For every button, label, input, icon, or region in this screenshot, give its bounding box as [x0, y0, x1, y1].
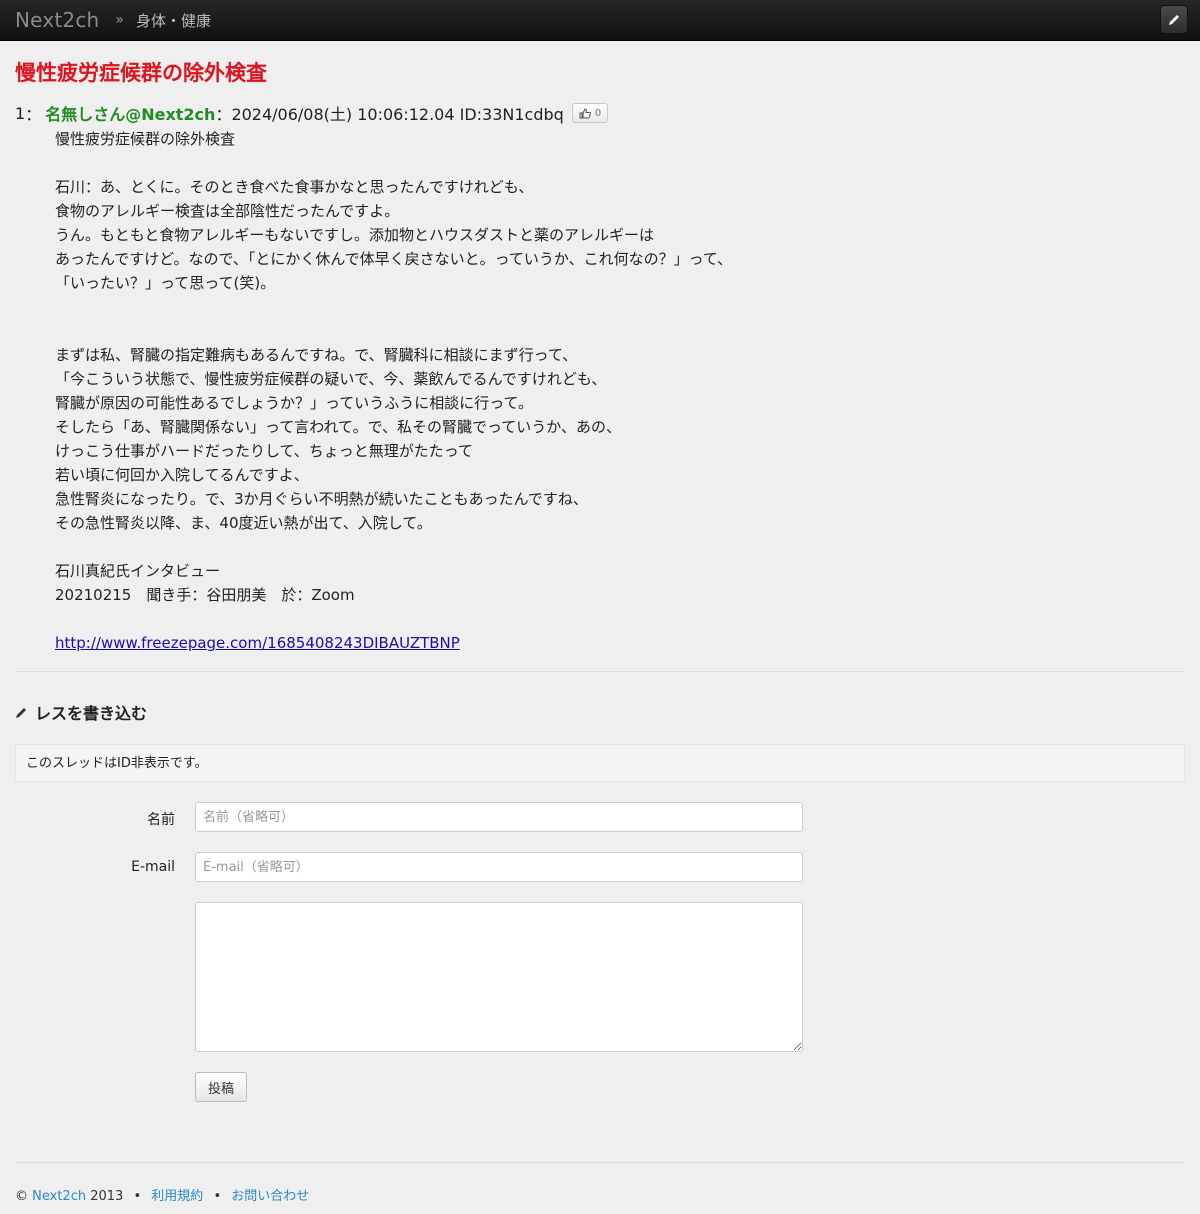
- post-line: そしたら「あ、腎臓関係ない」って言われて。で、私その腎臓でっていうか、あの、: [55, 418, 621, 436]
- post-line: 腎臓が原因の可能性あるでしょうか？」っていうふうに相談に行って。: [55, 394, 534, 412]
- pencil-icon: [16, 708, 26, 718]
- post-external-link[interactable]: http://www.freezepage.com/1685408243DIBA…: [55, 634, 460, 652]
- top-navbar: Next2ch » 身体・健康: [0, 0, 1200, 41]
- footer-divider: [15, 1162, 1185, 1163]
- message-textarea[interactable]: [195, 902, 803, 1052]
- post-line: 「いったい？」って思って(笑)。: [55, 274, 276, 292]
- write-section-heading: レスを書き込む: [15, 700, 1185, 724]
- section-divider: [15, 671, 1185, 672]
- post-link-line: http://www.freezepage.com/1685408243DIBA…: [55, 631, 1185, 655]
- post-line: 若い頃に何回か入院してるんですよ、: [55, 466, 309, 484]
- post-number-colon: ：: [25, 105, 42, 124]
- post-body: 慢性疲労症候群の除外検査石川：あ、とくに。そのとき食べた食事かなと思ったんですけ…: [55, 127, 1185, 655]
- post-line: [55, 319, 1185, 343]
- id-hidden-notice: このスレッドはID非表示です。: [15, 744, 1185, 782]
- post-line: その急性腎炎以降、ま、40度近い熱が出て、入院して。: [55, 514, 432, 532]
- post-line: [55, 535, 1185, 559]
- post-line: あったんですけど。なので、「とにかく休んで体早く戻さないと。っていうか、これ何な…: [55, 250, 733, 268]
- post-author-name: 名無しさん@Next2ch: [45, 105, 216, 124]
- footer-dot: •: [133, 1189, 142, 1204]
- breadcrumb-category-link[interactable]: 身体・健康: [136, 10, 211, 31]
- post-line: うん。もともと食物アレルギーもないですし。添加物とハウスダストと薬のアレルギーは: [55, 226, 654, 244]
- email-input[interactable]: [195, 852, 803, 882]
- email-label: E-mail: [131, 859, 175, 875]
- contact-link[interactable]: お問い合わせ: [231, 1189, 309, 1204]
- name-label: 名前: [147, 812, 175, 828]
- post-meta: ：2024/06/08(土) 10:06:12.04 ID:33N1cdbq: [215, 105, 564, 124]
- like-count: 0: [594, 107, 602, 119]
- compose-button[interactable]: [1160, 5, 1188, 34]
- post-line: [55, 607, 1185, 631]
- site-brand-link[interactable]: Next2ch: [15, 8, 99, 32]
- write-heading-text: レスを書き込む: [35, 704, 148, 723]
- post-line: 「今こういう状態で、慢性疲労症候群の疑いで、今、薬飲んでるんですけれども、: [55, 370, 607, 388]
- post-line: [55, 151, 1185, 175]
- post-line: 慢性疲労症候群の除外検査: [55, 130, 236, 148]
- post-line: けっこう仕事がハードだったりして、ちょっと無理がたたって: [55, 442, 474, 460]
- footer-brand-link[interactable]: Next2ch: [32, 1189, 86, 1204]
- post-lines: 慢性疲労症候群の除外検査石川：あ、とくに。そのとき食べた食事かなと思ったんですけ…: [55, 127, 1185, 631]
- thread-title: 慢性疲労症候群の除外検査: [15, 61, 267, 85]
- copyright-symbol: ©: [15, 1189, 28, 1204]
- thumbs-up-icon: [579, 107, 591, 118]
- post-number[interactable]: 1: [15, 104, 25, 123]
- breadcrumb-separator: »: [115, 12, 124, 28]
- post-line: まずは私、腎臓の指定難病もあるんですね。で、腎臓科に相談にまず行って、: [55, 346, 578, 364]
- post-line: [55, 295, 1185, 319]
- footer: © Next2ch 2013 • 利用規約 • お問い合わせ: [15, 1185, 1185, 1204]
- post-header: 1 ： 名無しさん@Next2ch ：2024/06/08(土) 10:06:1…: [15, 101, 1185, 125]
- post-line: 石川真紀氏インタビュー: [55, 562, 221, 580]
- post-line: 食物のアレルギー検査は全部陰性だったんですよ。: [55, 202, 400, 220]
- reply-form: 名前 E-mail 投稿: [15, 802, 1185, 1142]
- post-line: 20210215 聞き手：谷田朋美 於：Zoom: [55, 586, 355, 604]
- submit-button[interactable]: 投稿: [195, 1072, 248, 1102]
- main-content: 慢性疲労症候群の除外検査 1 ： 名無しさん@Next2ch ：2024/06/…: [0, 60, 1200, 1204]
- footer-year: 2013: [90, 1189, 124, 1204]
- terms-link[interactable]: 利用規約: [151, 1189, 203, 1204]
- footer-dot: •: [213, 1189, 222, 1204]
- like-button[interactable]: 0: [571, 103, 609, 123]
- name-input[interactable]: [195, 802, 803, 832]
- pencil-icon: [1169, 14, 1179, 25]
- post-line: 急性腎炎になったり。で、3か月ぐらい不明熱が続いたこともあったんですね、: [55, 490, 588, 508]
- post-line: 石川：あ、とくに。そのとき食べた食事かなと思ったんですけれども、: [55, 178, 534, 196]
